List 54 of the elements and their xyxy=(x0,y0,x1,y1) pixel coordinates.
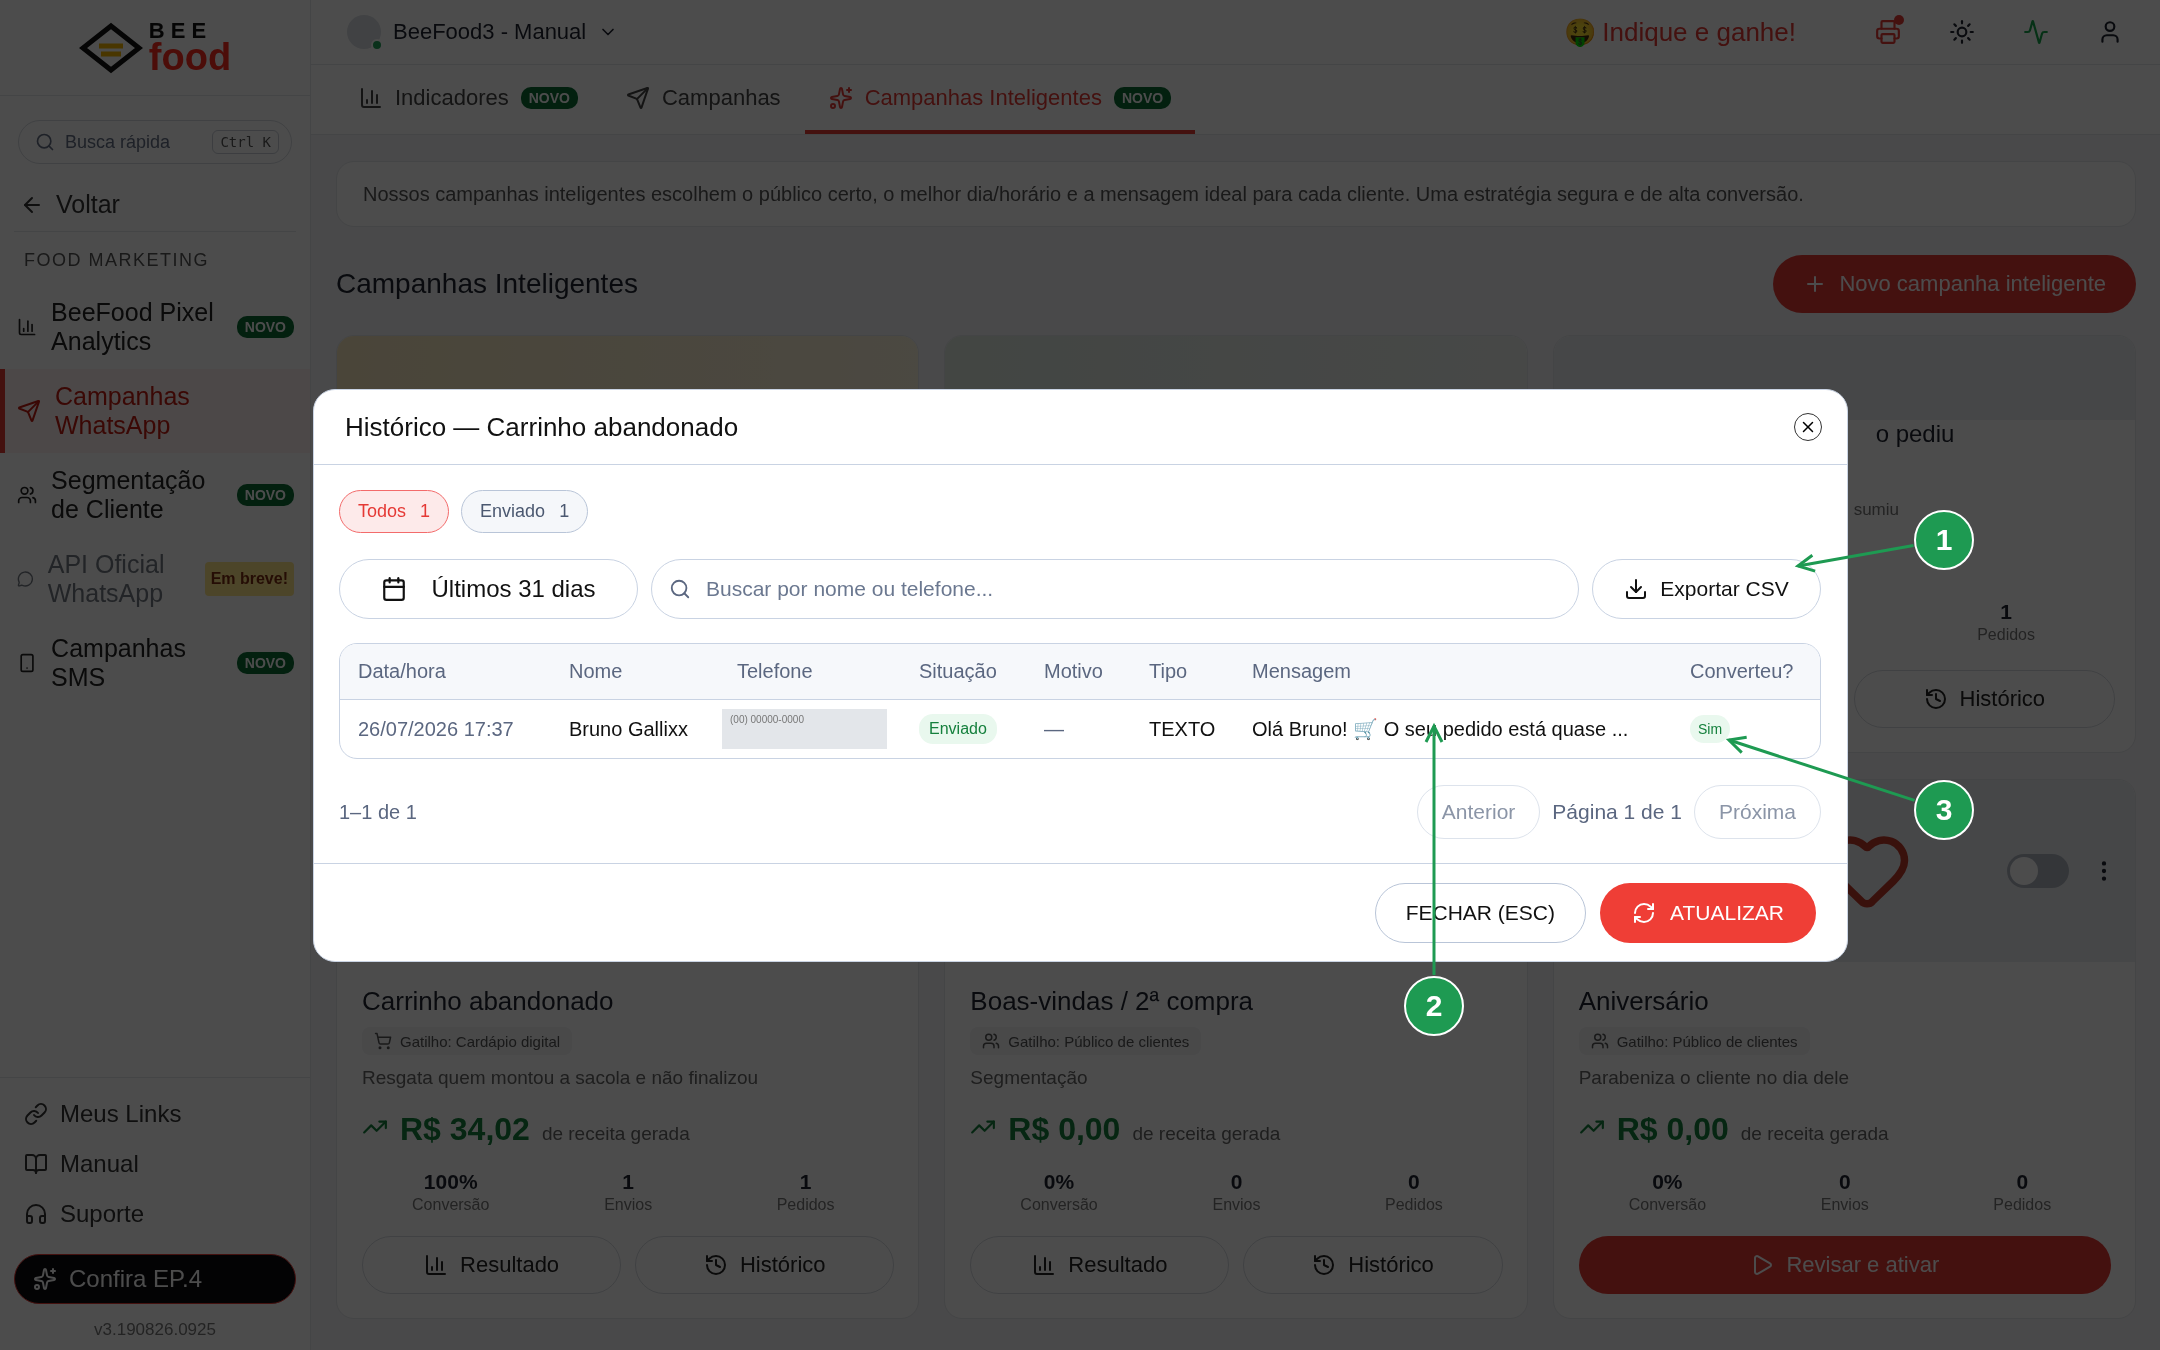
masked-phone: (00) 00000-0000 xyxy=(722,709,887,749)
sidebar-item-label: Campanhas WhatsApp xyxy=(55,382,191,440)
stat-value: 1 xyxy=(798,1170,813,1194)
export-csv-button[interactable]: Exportar CSV xyxy=(1592,559,1821,619)
revenue-value: R$ 34,02 xyxy=(400,1111,530,1148)
logo-text: BEE xyxy=(148,20,213,41)
stat-value: 0 xyxy=(1407,1170,1421,1194)
table-cell-text: — xyxy=(1043,717,1065,741)
column-header: Data/hora xyxy=(357,660,447,683)
filter-chip[interactable]: Todos 1 xyxy=(339,490,450,533)
table-cell-text: Bruno Gallixx xyxy=(568,717,689,741)
stat-value: 1 xyxy=(1999,600,2013,624)
column-header: Telefone xyxy=(736,660,814,683)
converted-badge: Sim xyxy=(1690,715,1731,743)
card-title: Boas-vindas / 2ª compra xyxy=(970,986,1254,1017)
referral-link[interactable]: 🤑 Indique e ganhe! xyxy=(1564,16,1796,48)
refresh-icon xyxy=(1632,900,1657,925)
column-header: Mensagem xyxy=(1251,660,1352,683)
close-button[interactable] xyxy=(1794,413,1822,441)
logo-text: food xyxy=(148,40,232,75)
sidebar-item-label: BeeFood Pixel Analytics xyxy=(51,298,215,356)
column-header: Tipo xyxy=(1148,660,1189,683)
card-title: Carrinho abandonado xyxy=(362,986,614,1017)
sidebar-item-label: Segmentação de Cliente xyxy=(51,466,207,524)
stat-value: 0% xyxy=(1042,1170,1076,1194)
column-header: Situação xyxy=(918,660,998,683)
table-cell-text: 26/07/2026 17:37 xyxy=(357,717,515,741)
refresh-button[interactable]: ATUALIZAR xyxy=(1600,882,1816,943)
search-field[interactable]: Buscar por nome ou telefone... xyxy=(651,559,1579,619)
column-header: Nome xyxy=(568,660,624,683)
dialog-title: Histórico — Carrinho abandonado xyxy=(345,411,739,443)
table-cell-text: TEXTO xyxy=(1148,717,1217,741)
stat-value: 100% xyxy=(422,1170,479,1194)
card-title: o pediu xyxy=(1875,420,1956,448)
page-label: Página 1 de 1 xyxy=(1552,800,1682,824)
stat-value: 0 xyxy=(1837,1170,1852,1194)
filter-chip[interactable]: Enviado 1 xyxy=(461,490,589,533)
date-range-button[interactable]: Últimos 31 dias xyxy=(339,559,638,619)
sidebar-item-label: Campanhas SMS xyxy=(51,634,187,692)
download-icon xyxy=(1624,577,1649,601)
card-title: Aniversário xyxy=(1578,986,1709,1017)
range-label: 1–1 de 1 xyxy=(339,800,417,824)
revenue-value: R$ 0,00 xyxy=(1008,1111,1121,1148)
section-title: Campanhas Inteligentes xyxy=(336,268,638,300)
stat-value: 0% xyxy=(1651,1170,1684,1194)
column-header: Motivo xyxy=(1043,660,1104,683)
calendar-icon xyxy=(381,576,408,602)
revenue-value: R$ 0,00 xyxy=(1616,1111,1729,1148)
stat-value: 0 xyxy=(1229,1170,1244,1194)
stat-value: 0 xyxy=(2015,1170,2030,1194)
search-icon xyxy=(669,578,691,600)
stat-value: 1 xyxy=(621,1170,635,1194)
status-badge: Enviado xyxy=(919,714,997,744)
column-header: Converteu? xyxy=(1689,660,1795,683)
